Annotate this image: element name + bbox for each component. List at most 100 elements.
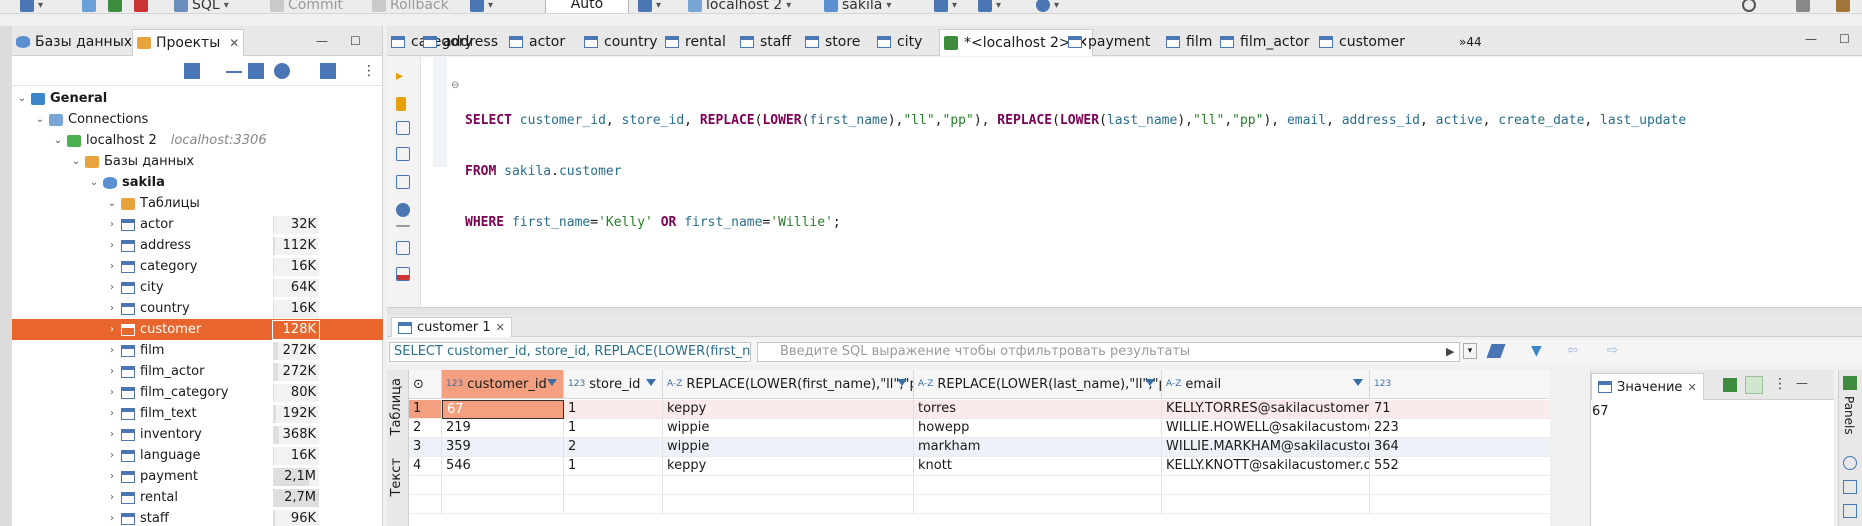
sort-icon[interactable]	[646, 379, 656, 386]
table-cell[interactable]	[564, 495, 663, 514]
tasks-button[interactable]: ▾	[978, 0, 1001, 13]
view-table-tab[interactable]: Таблица	[389, 378, 404, 436]
tree-node-general[interactable]: ⌄ General	[12, 88, 383, 109]
tree-node-table-film-text[interactable]: › film_text 192K	[12, 403, 383, 424]
row-number[interactable]	[409, 495, 442, 514]
table-cell[interactable]: 546	[442, 457, 564, 476]
tree-node-table-actor[interactable]: › actor 32K	[12, 214, 383, 235]
table-cell[interactable]	[1162, 476, 1370, 495]
table-cell[interactable]: 219	[442, 419, 564, 438]
editor-tab-staff[interactable]: staff	[740, 30, 791, 54]
table-cell[interactable]: 2	[564, 438, 663, 457]
editor-tab-city[interactable]: city	[877, 30, 922, 54]
filter-input[interactable]: Введите SQL выражение чтобы отфильтроват…	[757, 342, 1460, 362]
settings-icon[interactable]	[396, 203, 410, 217]
active-connection-selector[interactable]: localhost 2 ▾	[688, 0, 791, 13]
table-cell[interactable]: markham	[914, 438, 1162, 457]
tree-node-table-film-category[interactable]: › film_category 80K	[12, 382, 383, 403]
maximize-icon[interactable]: ☐	[1839, 32, 1850, 46]
table-cell[interactable]: wippie	[663, 419, 914, 438]
more-options-icon[interactable]: ⋮	[1773, 376, 1787, 392]
table-cell[interactable]: keppy	[663, 457, 914, 476]
row-number[interactable]: 3	[409, 438, 442, 457]
filter-apply-icon[interactable]: ▶	[1446, 345, 1454, 358]
disconnect-button[interactable]	[134, 0, 148, 13]
commit-button[interactable]: Commit	[270, 0, 343, 13]
eraser-icon[interactable]	[1486, 344, 1506, 358]
column-header[interactable]: A-Z REPLACE(LOWER(last_name),"ll","pp")	[914, 370, 1162, 399]
table-cell[interactable]: 223	[1370, 419, 1550, 438]
sort-icon[interactable]	[1145, 379, 1155, 386]
table-cell[interactable]: 364	[1370, 438, 1550, 457]
close-icon[interactable]: ✕	[229, 36, 239, 50]
tree-node-table-language[interactable]: › language 16K	[12, 445, 383, 466]
value-tab[interactable]: Значение ✕	[1591, 373, 1704, 400]
dashboard-button[interactable]: ▾	[934, 0, 957, 13]
transaction-mode-button[interactable]: ▾	[470, 0, 493, 13]
execute-statement-icon[interactable]: ▸	[396, 69, 410, 83]
editor-tab-country[interactable]: country	[584, 30, 658, 54]
perspective-dbeaver-button[interactable]	[1836, 0, 1850, 13]
editor-tab-rental[interactable]: rental	[665, 30, 726, 54]
value-content[interactable]: 67	[1591, 400, 1834, 419]
find-button[interactable]: ▾	[1036, 0, 1059, 13]
tree-node-table-film[interactable]: › film 272K	[12, 340, 383, 361]
minimize-icon[interactable]: —	[316, 34, 328, 48]
table-cell[interactable]: 1	[564, 457, 663, 476]
table-cell[interactable]: 1	[564, 400, 663, 419]
metadata-icon[interactable]	[1843, 456, 1857, 470]
tree-node-tables[interactable]: ⌄ Таблицы	[12, 193, 383, 214]
execute-in-new-tab-icon[interactable]	[396, 97, 406, 111]
row-number[interactable]: 1	[409, 400, 442, 419]
editor-tab-store[interactable]: store	[805, 30, 860, 54]
calc-icon[interactable]	[1843, 504, 1857, 518]
column-header[interactable]: 123 customer_id	[442, 370, 564, 399]
tree-node-table-country[interactable]: › country 16K	[12, 298, 383, 319]
minimize-icon[interactable]: —	[1796, 376, 1808, 390]
table-cell[interactable]	[663, 495, 914, 514]
tab-databases[interactable]: Базы данных	[12, 30, 136, 54]
collapse-all-icon[interactable]	[226, 71, 242, 73]
gear-icon[interactable]	[274, 63, 290, 79]
more-tabs-button[interactable]: »44	[1459, 30, 1482, 54]
save-icon[interactable]	[1723, 378, 1737, 392]
panels-label[interactable]: Panels	[1842, 396, 1856, 435]
tree-node-table-payment[interactable]: › payment 2,1M	[12, 466, 383, 487]
explain-plan-icon[interactable]	[396, 147, 410, 161]
column-header[interactable]: A-Z REPLACE(LOWER(first_name),"ll","pp")	[663, 370, 914, 399]
table-cell[interactable]: howepp	[914, 419, 1162, 438]
panels-icon[interactable]	[1843, 376, 1857, 390]
table-cell[interactable]: 71	[1370, 400, 1550, 419]
tree-node-databases[interactable]: ⌄ Базы данных	[12, 151, 383, 172]
table-cell[interactable]	[914, 495, 1162, 514]
table-cell[interactable]	[1162, 495, 1370, 514]
forward-icon[interactable]: ⇨	[1607, 343, 1618, 358]
table-cell[interactable]: KELLY.KNOTT@sakilacustomer.org	[1162, 457, 1370, 476]
row-number[interactable]	[409, 476, 442, 495]
row-number-header[interactable]: ⊙	[409, 370, 442, 399]
table-cell[interactable]	[1370, 476, 1550, 495]
query-preview[interactable]: SELECT customer_id, store_id, REPLACE(LO…	[389, 342, 751, 362]
select-all-icon[interactable]: ⊙	[413, 377, 424, 392]
references-icon[interactable]	[1843, 480, 1857, 494]
table-cell[interactable]: WILLIE.HOWELL@sakilacustomer.org	[1162, 419, 1370, 438]
tree-node-table-category[interactable]: › category 16K	[12, 256, 383, 277]
tree-node-sakila[interactable]: ⌄ sakila	[12, 172, 383, 193]
tree-node-table-address[interactable]: › address 112K	[12, 235, 383, 256]
editor-tab-actor[interactable]: actor	[509, 30, 565, 54]
table-cell[interactable]	[442, 476, 564, 495]
table-cell[interactable]: 552	[1370, 457, 1550, 476]
tree-node-table-inventory[interactable]: › inventory 368K	[12, 424, 383, 445]
column-header[interactable]: 123 store_id	[564, 370, 663, 399]
tree-node-table-film-actor[interactable]: › film_actor 272K	[12, 361, 383, 382]
transaction-mode-field[interactable]: Auto	[545, 0, 629, 13]
table-cell[interactable]	[663, 476, 914, 495]
sql-code[interactable]: SELECT customer_id, store_id, REPLACE(LO…	[465, 78, 1686, 265]
table-cell[interactable]	[914, 476, 1162, 495]
tree-node-localhost[interactable]: ⌄ localhost 2 localhost:3306	[12, 130, 383, 151]
table-cell[interactable]: wippie	[663, 438, 914, 457]
execute-script-icon[interactable]	[396, 121, 410, 135]
back-icon[interactable]: ⇦	[1567, 343, 1578, 358]
close-icon[interactable]: ✕	[1687, 381, 1696, 394]
close-icon[interactable]: ✕	[496, 321, 505, 334]
